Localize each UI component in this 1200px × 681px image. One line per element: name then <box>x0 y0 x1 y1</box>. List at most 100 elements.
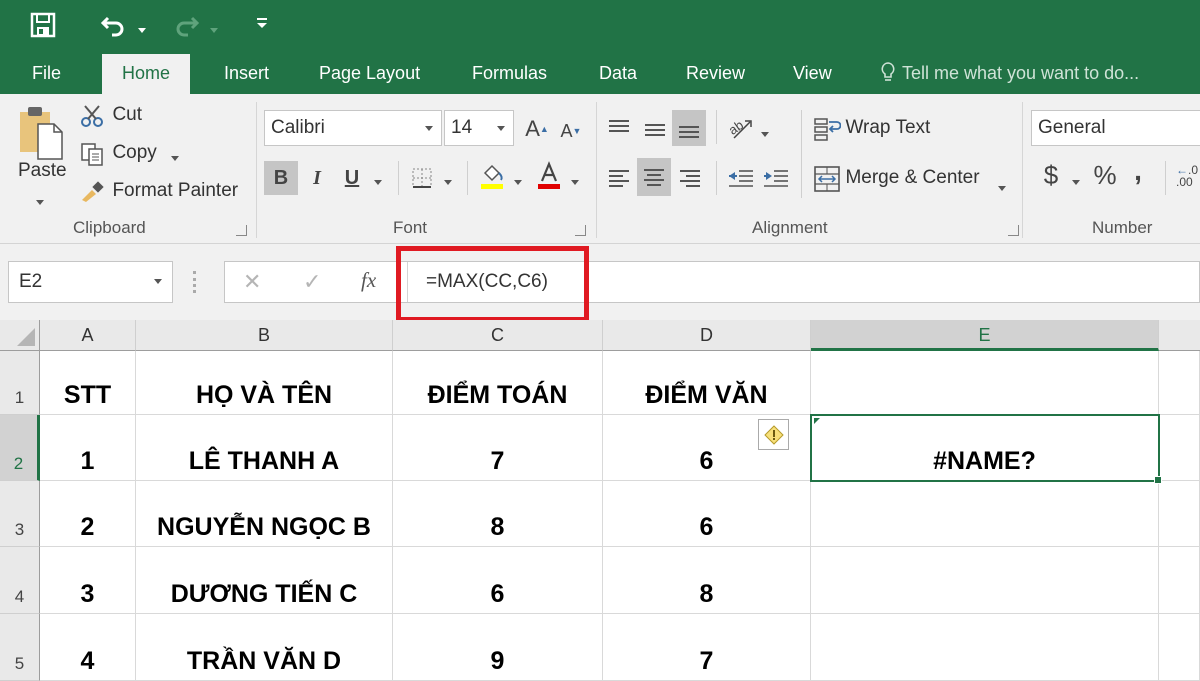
tell-me-search[interactable]: Tell me what you want to do... <box>880 50 1139 94</box>
tab-insert[interactable]: Insert <box>224 50 269 94</box>
orientation-button[interactable]: ab <box>724 110 758 144</box>
chevron-down-icon[interactable] <box>154 279 162 284</box>
percent-button[interactable]: % <box>1088 158 1122 192</box>
decrease-indent-button[interactable] <box>724 161 758 195</box>
cell-a1[interactable]: STT <box>40 351 136 415</box>
undo-button[interactable] <box>100 12 128 42</box>
merge-center-button[interactable]: Merge & Center <box>813 165 980 193</box>
currency-button[interactable]: $ <box>1034 158 1068 192</box>
customize-qat-button[interactable] <box>256 16 268 35</box>
cell-d5[interactable]: 7 <box>603 614 811 681</box>
fill-color-button[interactable] <box>476 159 510 193</box>
column-header-b[interactable]: B <box>136 320 393 351</box>
cell-e3[interactable] <box>811 481 1159 547</box>
fill-handle[interactable] <box>1154 476 1162 484</box>
cancel-button[interactable]: ✕ <box>243 269 261 295</box>
number-format-select[interactable]: General <box>1031 110 1200 146</box>
merge-center-dropdown[interactable] <box>998 180 1006 198</box>
row-header-2[interactable]: 2 <box>0 415 40 481</box>
cell-f3[interactable] <box>1159 481 1200 547</box>
cut-button[interactable]: Cut <box>80 104 142 128</box>
cell-b2[interactable]: LÊ THANH A <box>136 415 393 481</box>
cell-b5[interactable]: TRẦN VĂN D <box>136 614 393 681</box>
underline-dropdown[interactable] <box>374 174 382 192</box>
align-middle-button[interactable] <box>638 112 672 146</box>
font-color-dropdown[interactable] <box>571 174 579 192</box>
save-button[interactable] <box>30 12 56 43</box>
cell-d4[interactable]: 8 <box>603 547 811 614</box>
cell-f2[interactable] <box>1159 415 1200 481</box>
redo-button[interactable] <box>172 12 200 43</box>
comma-style-button[interactable]: , <box>1121 154 1155 188</box>
tab-formulas[interactable]: Formulas <box>472 50 547 94</box>
column-header-f[interactable] <box>1159 320 1200 351</box>
column-header-d[interactable]: D <box>603 320 811 351</box>
cell-c2[interactable]: 7 <box>393 415 603 481</box>
align-right-button[interactable] <box>673 161 707 195</box>
align-center-button[interactable] <box>637 158 671 196</box>
borders-button[interactable] <box>405 161 439 195</box>
row-header-4[interactable]: 4 <box>0 547 40 614</box>
select-all-button[interactable] <box>0 320 40 351</box>
borders-dropdown[interactable] <box>444 174 452 192</box>
column-header-e[interactable]: E <box>811 320 1159 351</box>
cell-a2[interactable]: 1 <box>40 415 136 481</box>
increase-decimal-button[interactable]: ←.0.00 <box>1176 164 1198 188</box>
cell-a4[interactable]: 3 <box>40 547 136 614</box>
cell-d1[interactable]: ĐIỂM VĂN <box>603 351 811 415</box>
italic-button[interactable]: I <box>300 161 334 195</box>
paste-label[interactable]: Paste <box>18 160 67 182</box>
cell-b1[interactable]: HỌ VÀ TÊN <box>136 351 393 415</box>
increase-indent-button[interactable] <box>759 161 793 195</box>
fill-color-dropdown[interactable] <box>514 174 522 192</box>
cell-d3[interactable]: 6 <box>603 481 811 547</box>
cell-c3[interactable]: 8 <box>393 481 603 547</box>
cell-f5[interactable] <box>1159 614 1200 681</box>
cell-a5[interactable]: 4 <box>40 614 136 681</box>
copy-button[interactable]: Copy <box>80 142 157 166</box>
cell-e5[interactable] <box>811 614 1159 681</box>
redo-dropdown[interactable] <box>210 22 218 40</box>
tab-home[interactable]: Home <box>102 54 191 94</box>
orientation-dropdown[interactable] <box>761 126 769 144</box>
cell-c5[interactable]: 9 <box>393 614 603 681</box>
underline-button[interactable]: U <box>335 161 369 195</box>
align-top-button[interactable] <box>602 110 636 144</box>
column-header-a[interactable]: A <box>40 320 136 351</box>
currency-dropdown[interactable] <box>1072 174 1080 192</box>
tab-review[interactable]: Review <box>686 50 745 94</box>
cell-e4[interactable] <box>811 547 1159 614</box>
format-painter-button[interactable]: Format Painter <box>80 180 238 204</box>
undo-dropdown[interactable] <box>138 22 146 40</box>
name-box[interactable]: E2 <box>8 261 173 303</box>
align-bottom-button[interactable] <box>672 110 706 146</box>
column-header-c[interactable]: C <box>393 320 603 351</box>
paste-dropdown[interactable] <box>36 194 44 212</box>
paste-button[interactable] <box>14 104 66 167</box>
error-options-button[interactable] <box>758 419 789 450</box>
align-left-button[interactable] <box>602 161 636 195</box>
cell-f4[interactable] <box>1159 547 1200 614</box>
cell-f1[interactable] <box>1159 351 1200 415</box>
tab-view[interactable]: View <box>793 50 832 94</box>
row-header-3[interactable]: 3 <box>0 481 40 547</box>
font-launcher-icon[interactable] <box>575 225 586 236</box>
bold-button[interactable]: B <box>264 161 298 195</box>
formula-bar-resize-handle[interactable] <box>193 271 197 293</box>
grow-font-button[interactable]: A ▲ <box>520 112 554 146</box>
font-name-select[interactable]: Calibri <box>264 110 442 146</box>
cell-e2[interactable]: #NAME? <box>811 415 1159 481</box>
clipboard-launcher-icon[interactable] <box>236 225 247 236</box>
copy-dropdown[interactable] <box>171 150 179 168</box>
cell-c1[interactable]: ĐIỂM TOÁN <box>393 351 603 415</box>
cell-e1[interactable] <box>811 351 1159 415</box>
cell-c4[interactable]: 6 <box>393 547 603 614</box>
insert-function-button[interactable]: fx <box>361 268 376 293</box>
tab-file[interactable]: File <box>32 50 61 94</box>
cell-b4[interactable]: DƯƠNG TIẾN C <box>136 547 393 614</box>
alignment-launcher-icon[interactable] <box>1008 225 1019 236</box>
tab-data[interactable]: Data <box>599 50 637 94</box>
enter-button[interactable]: ✓ <box>303 269 321 295</box>
wrap-text-button[interactable]: Wrap Text <box>813 116 930 142</box>
shrink-font-button[interactable]: A ▼ <box>554 114 588 148</box>
